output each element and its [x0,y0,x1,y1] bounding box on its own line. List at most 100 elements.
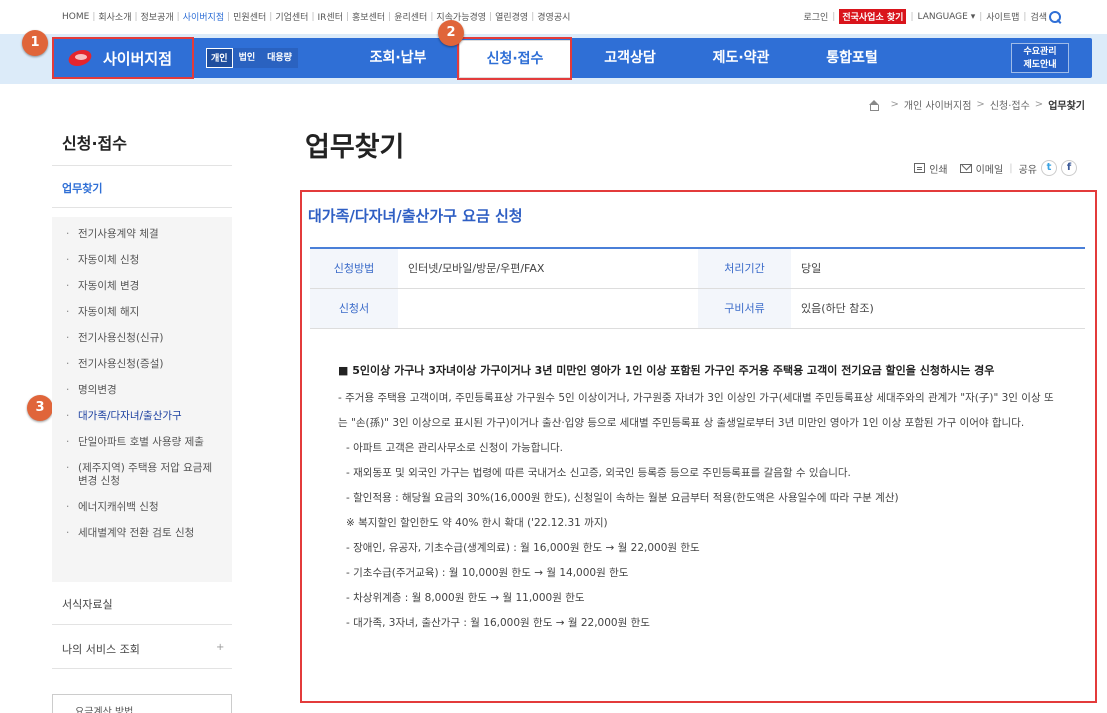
table-cell: 당일 [791,248,1085,289]
divider: | [311,11,315,22]
menu-policy-terms[interactable]: 제도·약관 [685,38,797,78]
table-cell: 인터넷/모바일/방문/우편/FAX [398,248,698,289]
table-header-cell: 신청방법 [310,248,398,289]
step-marker-2: 2 [438,20,464,46]
divider: | [345,11,350,22]
sidebar-my-service-link[interactable]: 나의 서비스 조회 [62,641,140,657]
customer-type-switch: 개인 법인 대용량 [206,48,298,68]
breadcrumb-item[interactable]: 개인 사이버지점 [904,97,972,112]
sidebar-item-new-service[interactable]: 전기사용신청(신규) [52,332,232,345]
sidebar-item-capacity-increase[interactable]: 전기사용신청(증설) [52,358,232,371]
util-link-disclosure-mgmt[interactable]: 경영공시 [537,10,570,23]
divider [52,668,232,669]
content-line: - 할인적용 : 해당월 요금의 30%(16,000원 한도), 신청일이 속… [346,492,899,504]
divider: | [1023,11,1027,22]
utility-nav: HOME | 회사소개 | 정보공개 | 사이버지점 | 민원센터 | 기업센터 | IR센… [62,10,570,24]
table-cell [398,288,698,329]
menu-inquiry-payment[interactable]: 조회·납부 [342,38,454,78]
util-link-ethics[interactable]: 윤리센터 [394,10,427,23]
divider: | [134,11,138,22]
table-cell: 있음(하단 참조) [791,288,1085,329]
find-office-button[interactable]: 전국사업소 찾기 [839,9,907,24]
table-header-cell: 구비서류 [698,288,791,329]
divider: | [388,11,392,22]
search-button[interactable]: 검색 [1030,10,1061,23]
utility-bar: HOME | 회사소개 | 정보공개 | 사이버지점 | 민원센터 | 기업센터 | IR센… [0,0,1107,32]
login-link[interactable]: 로그인 [803,10,828,23]
sidebar-item-energy-cashback[interactable]: 에너지캐쉬백 신청 [52,501,232,514]
sidebar-item-autopay-cancel[interactable]: 자동이체 해지 [52,306,232,319]
divider [52,207,232,208]
table-row: 신청서 구비서류 있음(하단 참조) [310,288,1085,329]
breadcrumb-current: 업무찾기 [1048,101,1085,112]
util-link-disclosure[interactable]: 정보공개 [141,10,174,23]
page-title: 업무찾기 [305,132,405,163]
sidebar-item-apartment-usage[interactable]: 단일아파트 호별 사용량 제출 [52,436,232,449]
menu-integrated-portal[interactable]: 통합포털 [796,38,908,78]
email-link[interactable]: 이메일 [976,161,1004,176]
facebook-icon[interactable]: f [1061,160,1077,176]
demand-management-line2: 제도안내 [1023,60,1057,70]
step-marker-1: 1 [22,30,48,56]
sidebar-rate-calc-link[interactable]: 요금계산 방법 [52,694,232,713]
sidebar-forms-link[interactable]: 서식자료실 [62,596,113,612]
sidebar-title: 신청·접수 [62,134,127,153]
divider: | [832,11,836,22]
demand-management-button[interactable]: 수요관리 제도안내 [1011,43,1069,73]
sidebar-item-autopay-apply[interactable]: 자동이체 신청 [52,254,232,267]
sidebar-item-contract[interactable]: 전기사용계약 체결 [52,228,232,241]
divider: | [489,11,493,22]
segment-corporate[interactable]: 법인 [232,48,262,68]
highlight-box-menu [457,37,572,80]
content-title: 대가족/다자녀/출산가구 요금 신청 [308,207,523,225]
util-link-ir[interactable]: IR센터 [318,10,343,23]
search-icon [1049,10,1061,23]
twitter-icon[interactable]: t [1041,160,1057,176]
eligibility-paragraph: - 주거용 주택용 고객이며, 주민등록표상 가구원수 5인 이상이거나, 가구… [338,392,1054,429]
divider: | [430,11,434,22]
sidebar-item-name-change[interactable]: 명의변경 [52,384,232,397]
sidebar-item-jeju-rate[interactable]: (제주지역) 주택용 저압 요금제 변경 신청 [52,462,232,488]
sidebar-item-household-contract[interactable]: 세대별계약 전환 검토 신청 [52,527,232,540]
table-header-cell: 처리기간 [698,248,791,289]
breadcrumb-separator: > [976,99,985,110]
divider [52,624,232,625]
util-link-cyber-branch[interactable]: 사이버지점 [183,10,224,23]
util-link-civil[interactable]: 민원센터 [233,10,266,23]
util-link-open[interactable]: 열린경영 [495,10,528,23]
breadcrumb-item[interactable]: 신청·접수 [990,97,1030,112]
util-link-business[interactable]: 기업센터 [275,10,308,23]
content-line: ※ 복지할인 할인한도 약 40% 한시 확대 ('22.12.31 까지) [346,517,608,529]
menu-customer-service[interactable]: 고객상담 [574,38,686,78]
sidebar-submenu: 전기사용계약 체결 자동이체 신청 자동이체 변경 자동이체 해지 전기사용신청… [52,217,232,582]
language-dropdown[interactable]: LANGUAGE [917,12,975,22]
table-row: 신청방법 인터넷/모바일/방문/우편/FAX 처리기간 당일 [310,248,1085,289]
divider: | [176,11,180,22]
sitemap-link[interactable]: 사이트맵 [986,10,1019,23]
segment-personal[interactable]: 개인 [206,48,233,68]
print-icon[interactable] [914,163,926,173]
sidebar-item-autopay-change[interactable]: 자동이체 변경 [52,280,232,293]
breadcrumb-separator: > [890,99,899,110]
step-marker-3: 3 [27,395,53,421]
util-link-pr[interactable]: 홍보센터 [352,10,385,23]
divider: | [979,11,983,22]
table-header-cell: 신청서 [310,288,398,329]
segment-large[interactable]: 대용량 [261,48,298,68]
sidebar-current-item[interactable]: 업무찾기 [62,180,102,196]
email-icon[interactable] [959,163,972,173]
print-link[interactable]: 인쇄 [929,161,947,176]
content-line: - 아파트 고객은 관리사무소로 신청이 가능합니다. [346,442,564,454]
expand-plus-icon[interactable]: + [216,642,224,653]
breadcrumb-separator: > [1034,99,1044,110]
content-line: - 차상위계층 : 월 8,000원 한도 → 월 11,000원 한도 [346,592,585,604]
eligibility-heading: ■ 5인이상 가구나 3자녀이상 가구이거나 3년 미만인 영아가 1인 이상 … [338,364,995,377]
util-link-company[interactable]: 회사소개 [98,10,131,23]
divider: | [910,11,914,22]
content-line: - 재외동포 및 외국인 가구는 법령에 따른 국내거소 신고증, 외국인 등록… [346,467,851,479]
util-link-home[interactable]: HOME [62,12,89,22]
page-tools: 인쇄 이메일 | 공유 t f [914,160,1077,176]
sidebar-item-large-family[interactable]: 대가족/다자녀/출산가구 [52,410,232,423]
home-icon[interactable] [868,99,880,111]
highlight-box-logo [52,37,194,79]
